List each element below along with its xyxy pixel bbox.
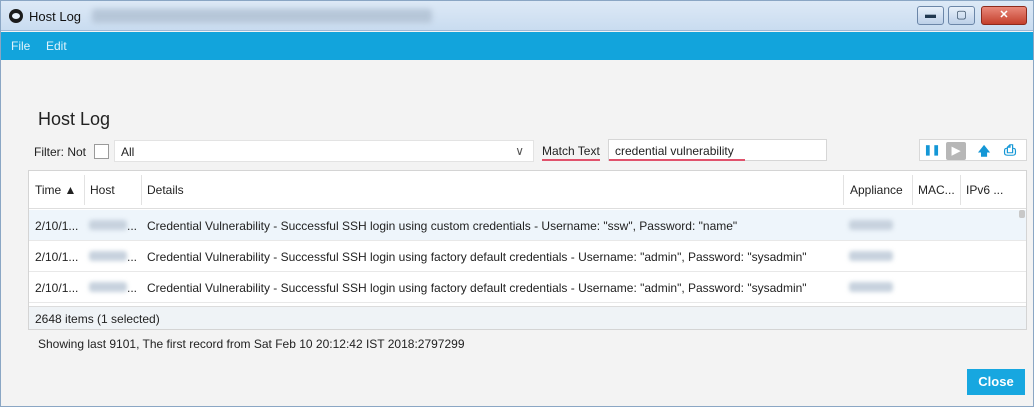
table-footer: 2648 items (1 selected) [29, 306, 1026, 329]
column-divider[interactable] [960, 175, 961, 205]
filter-selected-value: All [121, 145, 135, 159]
spellcheck-underline [609, 159, 745, 161]
cell-appliance-redacted [849, 281, 893, 295]
menu-file[interactable]: File [11, 39, 30, 53]
cell-host: ... [89, 250, 137, 264]
close-window-button[interactable]: ✕ [981, 6, 1027, 25]
column-divider[interactable] [912, 175, 913, 205]
filter-label: Filter: Not [34, 145, 87, 159]
maximize-button[interactable]: ▢ [948, 6, 975, 25]
cell-appliance-redacted [849, 250, 893, 264]
cell-time: 2/10/1... [35, 219, 79, 233]
column-host[interactable]: Host [90, 183, 115, 197]
host-log-table: Time ▲ Host Details Appliance MAC... IPv… [28, 170, 1027, 330]
cell-time: 2/10/1... [35, 281, 79, 295]
column-ipv6[interactable]: IPv6 ... [966, 183, 1003, 197]
match-text-input[interactable]: credential vulnerability [608, 139, 827, 161]
table-row[interactable]: 2/10/1... ... Credential Vulnerability -… [29, 241, 1026, 272]
table-header: Time ▲ Host Details Appliance MAC... IPv… [29, 171, 1026, 209]
column-divider[interactable] [84, 175, 85, 205]
column-time[interactable]: Time ▲ [35, 183, 76, 197]
scroll-up-icon[interactable]: 🡅 [974, 142, 994, 160]
window-title: Host Log [29, 9, 82, 24]
title-bar[interactable]: Host Log ▬ ▢ ✕ [1, 1, 1033, 31]
cell-host: ... [89, 219, 137, 233]
window-title-host-redacted [92, 9, 432, 23]
app-eye-icon [9, 9, 23, 23]
table-row[interactable]: 2/10/1... ... Credential Vulnerability -… [29, 272, 1026, 303]
table-row[interactable]: 2/10/1... ... Credential Vulnerability -… [29, 210, 1026, 241]
column-mac[interactable]: MAC... [918, 183, 955, 197]
column-divider[interactable] [843, 175, 844, 205]
not-checkbox[interactable] [94, 144, 109, 159]
cell-details: Credential Vulnerability - Successful SS… [147, 250, 807, 264]
cell-appliance-redacted [849, 219, 893, 233]
column-details[interactable]: Details [147, 183, 184, 197]
table-scrollbar[interactable] [1019, 210, 1025, 306]
close-button[interactable]: Close [967, 369, 1025, 395]
cell-details: Credential Vulnerability - Successful SS… [147, 281, 807, 295]
cell-details: Credential Vulnerability - Successful SS… [147, 219, 738, 233]
host-log-window: Host Log ▬ ▢ ✕ File Edit Host Log Filter… [0, 0, 1034, 407]
showing-status: Showing last 9101, The first record from… [38, 337, 465, 351]
pause-icon[interactable]: ❚❚ [922, 142, 942, 160]
column-divider[interactable] [141, 175, 142, 205]
menu-bar: File Edit [1, 32, 1033, 60]
print-icon[interactable]: ⎙ [1000, 142, 1020, 160]
filter-select[interactable]: All ∨ [114, 140, 534, 162]
chevron-down-icon: ∨ [515, 144, 524, 158]
minimize-button[interactable]: ▬ [917, 6, 944, 25]
scrollbar-thumb[interactable] [1019, 210, 1025, 218]
cell-time: 2/10/1... [35, 250, 79, 264]
column-appliance[interactable]: Appliance [850, 183, 903, 197]
log-toolbar: ❚❚ ▶ 🡅 ⎙ [919, 139, 1027, 161]
menu-edit[interactable]: Edit [46, 39, 67, 53]
page-title: Host Log [38, 109, 111, 129]
cell-host: ... [89, 281, 137, 295]
match-text-label: Match Text [542, 144, 600, 161]
item-count: 2648 items (1 selected) [35, 312, 160, 326]
match-text-value: credential vulnerability [615, 144, 734, 158]
play-icon[interactable]: ▶ [946, 142, 966, 160]
